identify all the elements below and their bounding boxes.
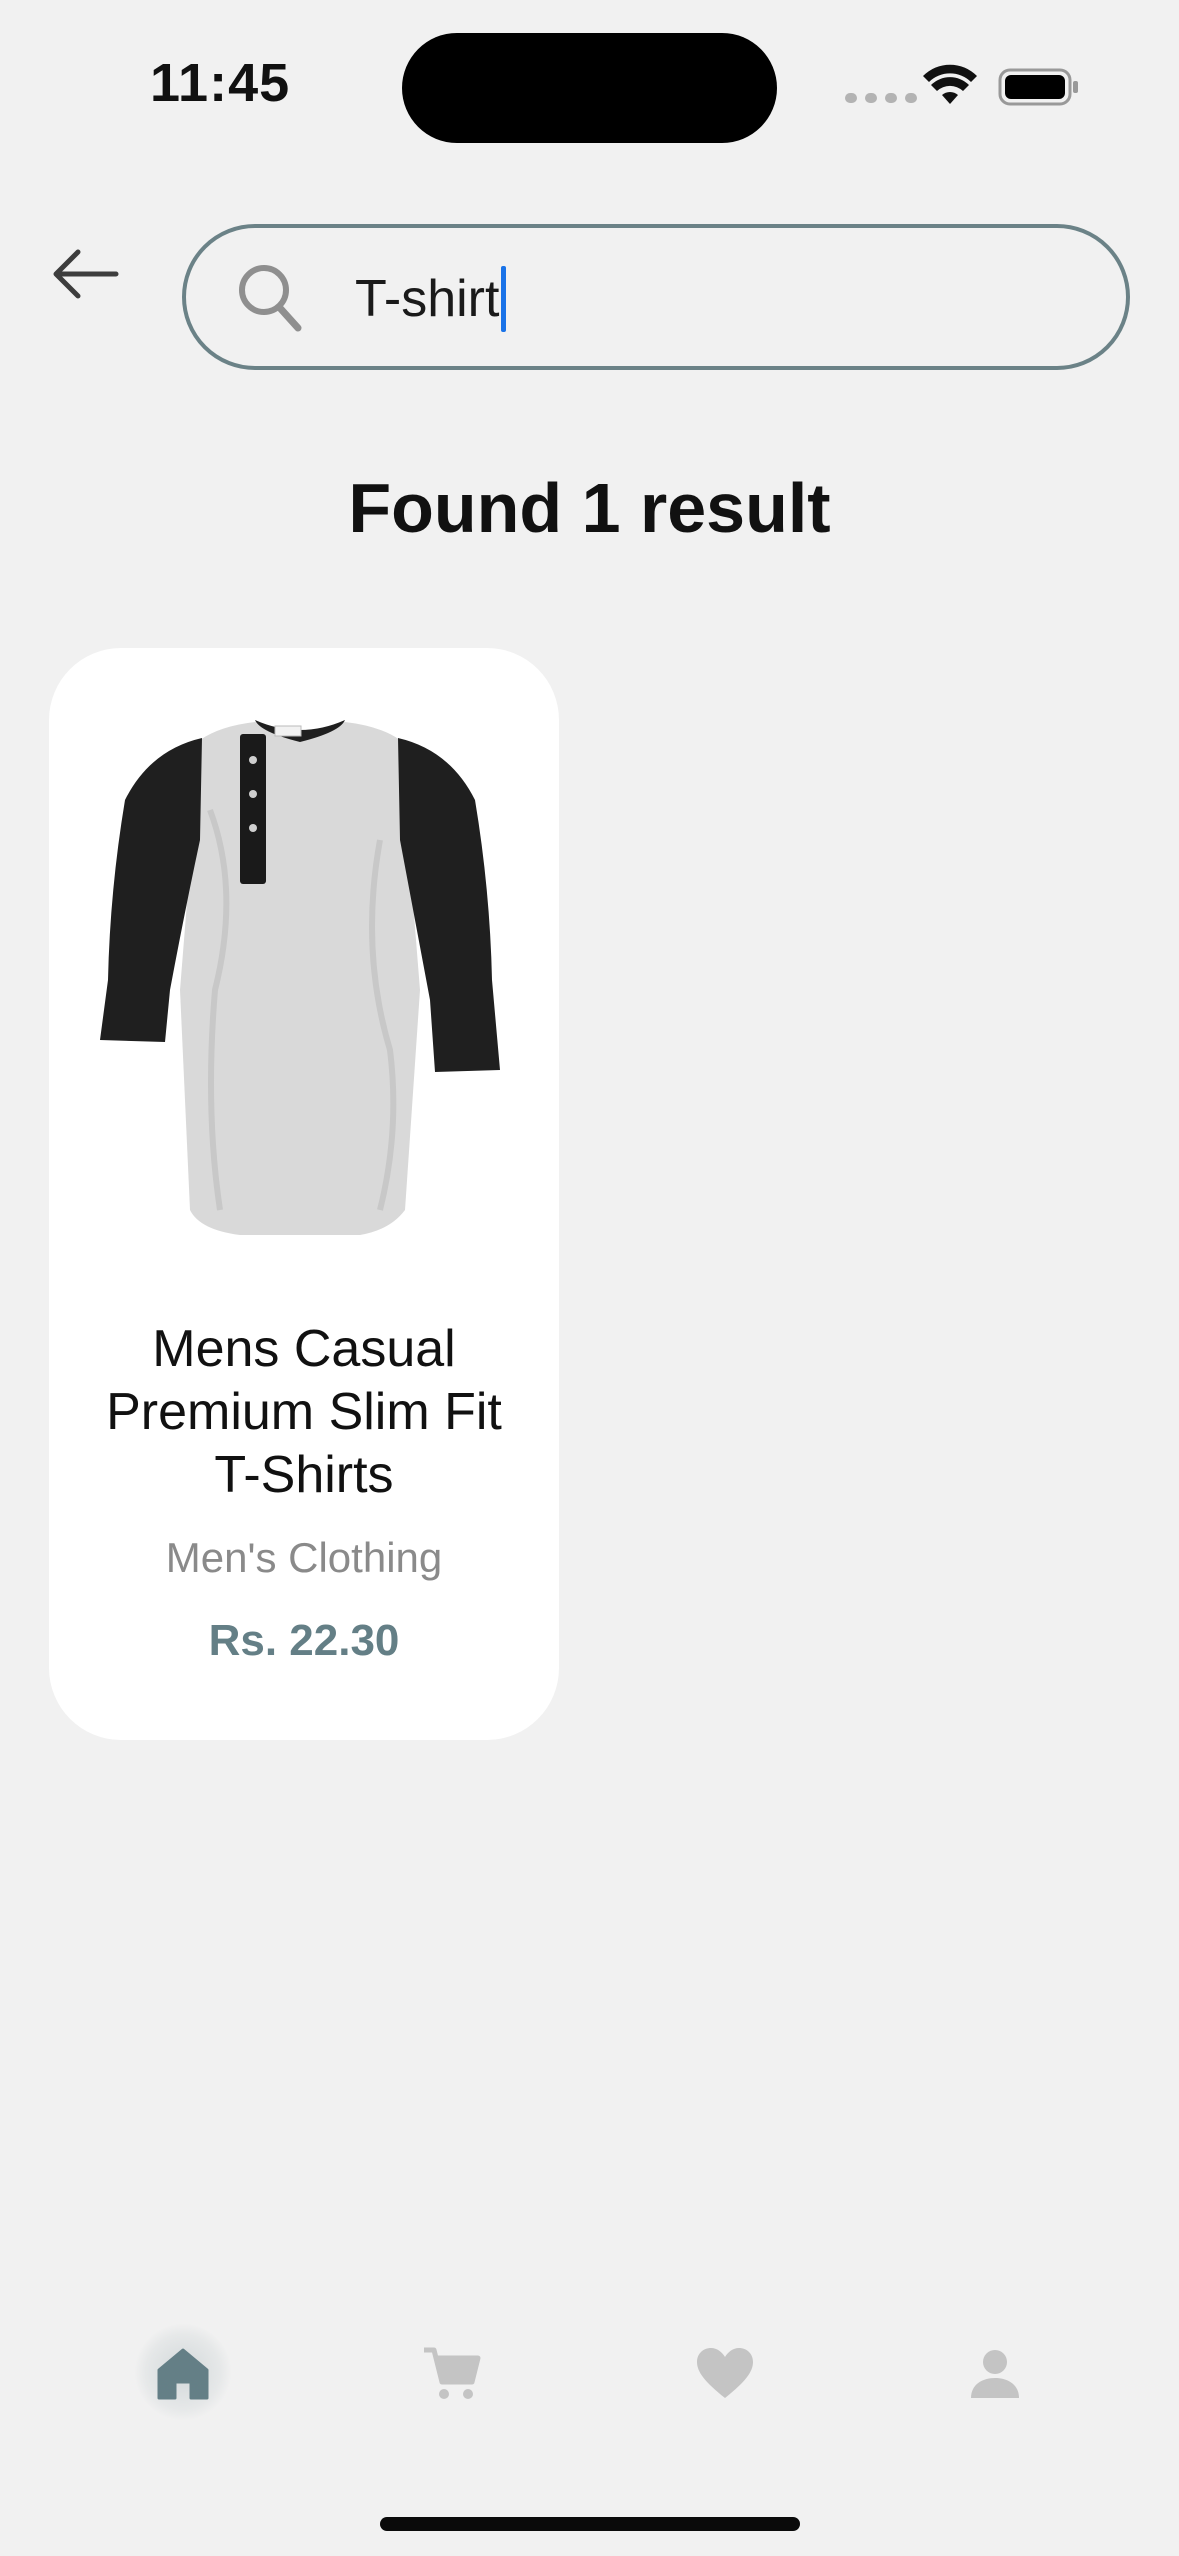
results-count-heading: Found 1 result — [348, 469, 831, 547]
battery-icon — [998, 68, 1078, 106]
cart-icon — [424, 2347, 481, 2399]
profile-icon — [971, 2350, 1019, 2398]
back-arrow-icon[interactable] — [46, 240, 126, 310]
text-caret — [501, 266, 507, 332]
search-icon — [239, 265, 302, 332]
home-indicator[interactable] — [380, 2517, 800, 2531]
search-input[interactable] — [182, 224, 1130, 370]
nav-favorites[interactable] — [665, 2324, 785, 2424]
search-text: T-shirt — [355, 270, 500, 328]
product-category: Men's Clothing — [165, 1534, 443, 1581]
nav-home[interactable] — [123, 2324, 243, 2424]
wifi-icon — [923, 64, 977, 104]
dynamic-island — [402, 33, 777, 143]
heart-icon — [697, 2348, 753, 2398]
search-field-value[interactable]: T-shirt — [355, 264, 507, 334]
product-price: Rs. 22.30 — [208, 1616, 400, 1665]
status-time: 11:45 — [150, 53, 291, 113]
product-image-raglan-tshirt[interactable] — [90, 690, 510, 1250]
home-icon — [157, 2348, 209, 2400]
cellular-signal-icon — [845, 93, 917, 103]
nav-profile[interactable] — [935, 2324, 1055, 2424]
product-title: Mens Casual Premium Slim Fit T-Shirts — [106, 1320, 502, 1504]
nav-cart[interactable] — [392, 2324, 512, 2424]
